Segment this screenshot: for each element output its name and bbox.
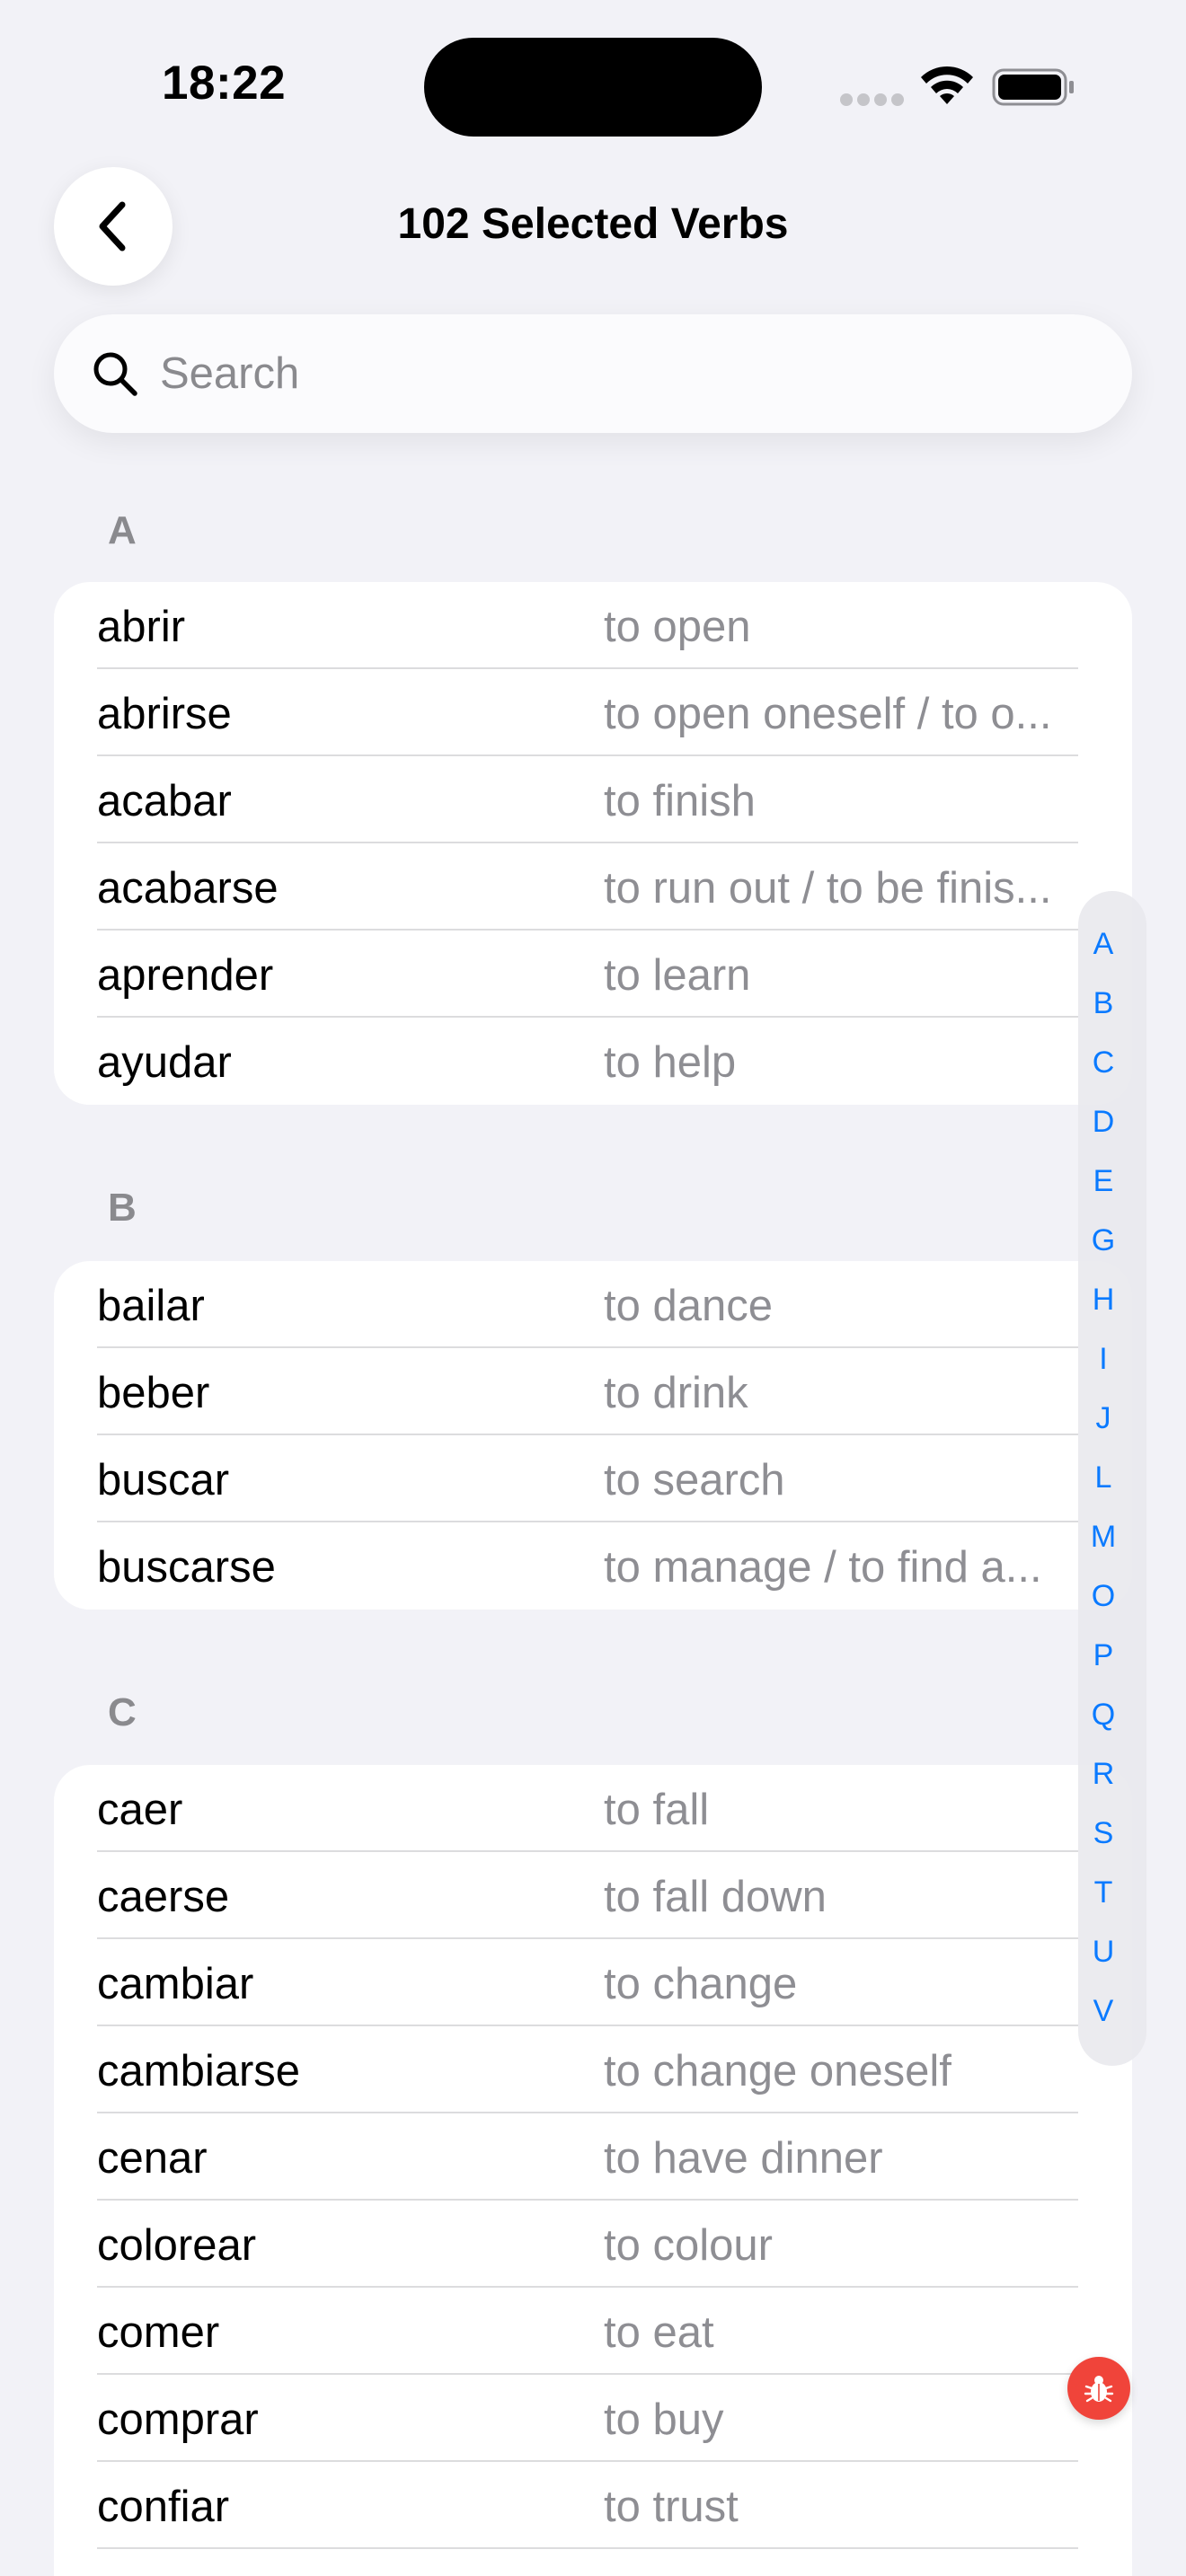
verb-meaning: to search <box>604 1456 785 1504</box>
verb-label: cambiarse <box>97 2047 301 2095</box>
index-letter[interactable]: S <box>1078 1816 1128 1851</box>
verb-label: aprender <box>97 951 274 1000</box>
search-bar[interactable] <box>54 314 1132 433</box>
verb-label: acabarse <box>97 864 279 913</box>
index-letter[interactable]: C <box>1078 1045 1128 1081</box>
index-letter[interactable]: P <box>1078 1638 1128 1673</box>
verb-label: acabar <box>97 777 232 825</box>
wifi-icon <box>921 66 973 104</box>
verb-meaning: to change <box>604 1960 798 2008</box>
index-letter[interactable]: L <box>1078 1460 1128 1495</box>
section-header-a: A <box>108 508 137 552</box>
verb-row[interactable]: buscarse to manage / to find a... <box>54 1522 1132 1610</box>
verb-row[interactable]: colorear to colour <box>54 2201 1132 2288</box>
signal-dots-icon <box>840 93 904 106</box>
verb-meaning: to trust <box>604 2483 739 2531</box>
search-icon <box>93 352 137 396</box>
verb-meaning: to colour <box>604 2221 773 2270</box>
verb-row[interactable]: caer to fall <box>54 1765 1132 1852</box>
verb-label: cambiar <box>97 1960 254 2008</box>
verb-row[interactable]: abrirse to open oneself / to o... <box>54 669 1132 756</box>
verb-meaning: to change oneself <box>604 2047 951 2095</box>
index-letter[interactable]: H <box>1078 1283 1128 1318</box>
verb-label: comprar <box>97 2395 259 2444</box>
section-header-b: B <box>108 1186 137 1230</box>
verb-meaning: to open <box>604 603 751 651</box>
verb-meaning: to open oneself / to o... <box>604 690 1052 738</box>
battery-icon <box>992 68 1074 106</box>
verb-row[interactable]: buscar to search <box>54 1435 1132 1522</box>
verb-label: ayudar <box>97 1038 232 1087</box>
index-letter[interactable]: M <box>1078 1520 1128 1555</box>
verb-row[interactable]: cambiarse to change oneself <box>54 2026 1132 2113</box>
section-card-c: caer to fall caerse to fall down cambiar… <box>54 1765 1132 2576</box>
row-divider <box>97 2547 1078 2549</box>
verb-row[interactable]: cambiar to change <box>54 1939 1132 2026</box>
index-letter[interactable]: R <box>1078 1757 1128 1792</box>
debug-button[interactable] <box>1067 2357 1130 2420</box>
index-letter[interactable]: G <box>1078 1223 1128 1258</box>
verb-row[interactable]: abrir to open <box>54 582 1132 669</box>
verb-label: beber <box>97 1369 210 1417</box>
back-button[interactable] <box>54 167 173 286</box>
verb-row[interactable]: ayudar to help <box>54 1018 1132 1105</box>
verb-row[interactable]: comer to eat <box>54 2288 1132 2375</box>
verb-meaning: to dance <box>604 1282 773 1330</box>
verb-meaning: to eat <box>604 2308 714 2357</box>
bug-icon <box>1084 2376 1114 2403</box>
dynamic-island <box>424 38 762 137</box>
verb-meaning: to have dinner <box>604 2134 883 2183</box>
verb-label: buscarse <box>97 1543 276 1592</box>
verb-list-screen: 18:22 102 Selected Verbs A abrir to open <box>0 0 1186 2576</box>
verb-row[interactable]: aprender to learn <box>54 931 1132 1018</box>
verb-meaning: to fall <box>604 1786 710 1834</box>
index-letter[interactable]: U <box>1078 1935 1128 1970</box>
index-letter[interactable]: B <box>1078 986 1128 1021</box>
verb-meaning: to run out / to be finis... <box>604 864 1052 913</box>
verb-label: colorear <box>97 2221 257 2270</box>
verb-label: caerse <box>97 1873 230 1921</box>
verb-label: buscar <box>97 1456 230 1504</box>
verb-meaning: to help <box>604 1038 737 1087</box>
verb-row[interactable]: acabar to finish <box>54 756 1132 843</box>
search-input[interactable] <box>160 340 1094 408</box>
index-letter[interactable]: Q <box>1078 1698 1128 1733</box>
verb-meaning: to buy <box>604 2395 724 2444</box>
index-letter[interactable]: A <box>1078 927 1128 962</box>
verb-label: cenar <box>97 2134 208 2183</box>
index-letter[interactable]: D <box>1078 1105 1128 1140</box>
verb-row[interactable]: confiar to trust <box>54 2462 1132 2549</box>
verb-label: confiar <box>97 2483 230 2531</box>
verb-row[interactable]: caerse to fall down <box>54 1852 1132 1939</box>
chevron-left-icon <box>99 201 126 251</box>
verb-row[interactable]: comprar to buy <box>54 2375 1132 2462</box>
verb-label: abrir <box>97 603 186 651</box>
verb-label: comer <box>97 2308 220 2357</box>
index-letter[interactable]: J <box>1078 1401 1128 1436</box>
verb-row[interactable]: beber to drink <box>54 1348 1132 1435</box>
section-card-b: bailar to dance beber to drink buscar to… <box>54 1261 1132 1610</box>
index-letter[interactable]: I <box>1078 1342 1128 1377</box>
verb-row[interactable]: acabarse to run out / to be finis... <box>54 843 1132 931</box>
index-letter[interactable]: V <box>1078 1994 1128 2029</box>
verb-meaning: to fall down <box>604 1873 827 1921</box>
verb-meaning: to manage / to find a... <box>604 1543 1042 1592</box>
verb-row[interactable]: cenar to have dinner <box>54 2113 1132 2201</box>
verb-meaning: to finish <box>604 777 756 825</box>
verb-label: abrirse <box>97 690 232 738</box>
verb-meaning: to learn <box>604 951 751 1000</box>
page-title: 102 Selected Verbs <box>397 200 789 248</box>
verb-label: bailar <box>97 1282 205 1330</box>
section-header-c: C <box>108 1690 137 1734</box>
verb-row[interactable]: bailar to dance <box>54 1261 1132 1348</box>
index-letter[interactable]: E <box>1078 1164 1128 1199</box>
verb-meaning: to drink <box>604 1369 748 1417</box>
index-letter[interactable]: O <box>1078 1579 1128 1614</box>
status-time: 18:22 <box>162 57 287 110</box>
verb-label: caer <box>97 1786 183 1834</box>
index-letter[interactable]: T <box>1078 1875 1128 1910</box>
alphabet-index[interactable]: A B C D E G H I J L M O P Q R S T U V <box>1078 891 1146 2066</box>
section-card-a: abrir to open abrirse to open oneself / … <box>54 582 1132 1105</box>
